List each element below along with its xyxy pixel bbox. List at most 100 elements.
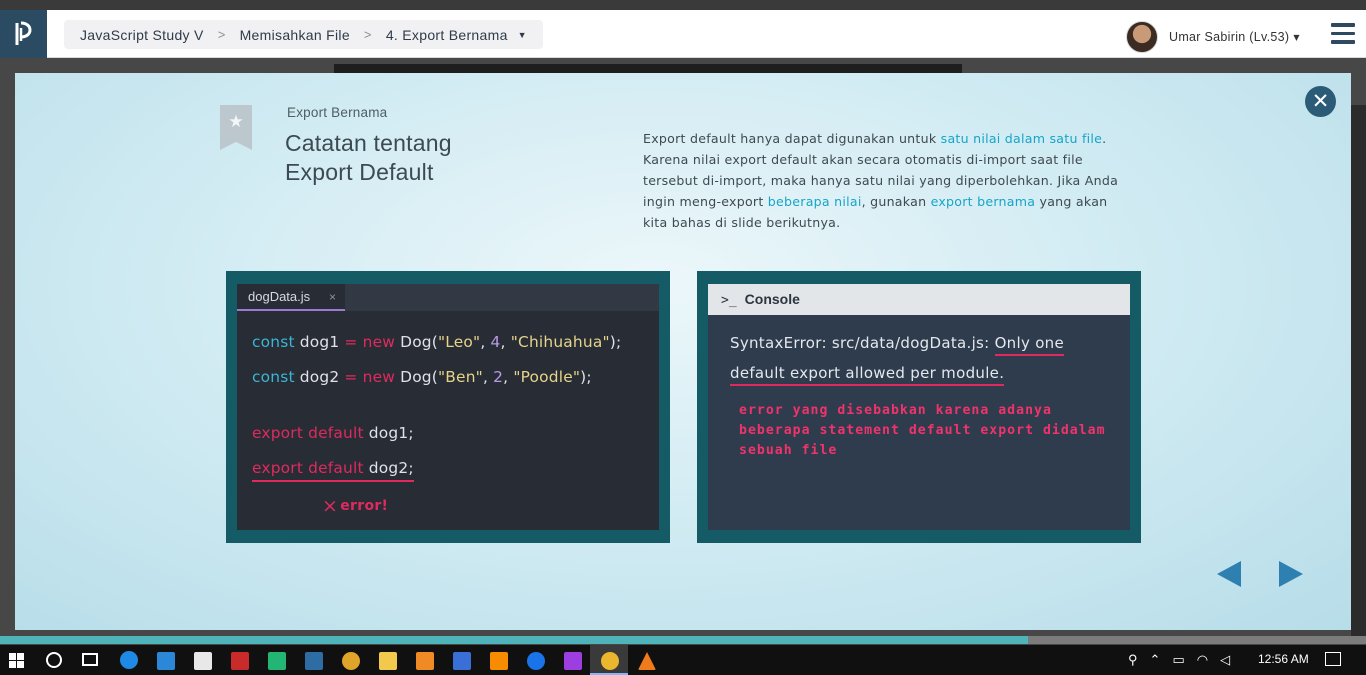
app-header: JavaScript Study V > Memisahkan File > 4… (0, 10, 1366, 58)
code-identifier: Dog( (395, 333, 438, 351)
explorer-icon[interactable] (379, 652, 397, 670)
background-scrollbar (1351, 105, 1366, 640)
chrome-icon[interactable] (342, 652, 360, 670)
code-line-4: export default dog2; (252, 459, 414, 482)
xampp-icon[interactable] (416, 652, 434, 670)
editor-tab[interactable]: dogData.js × (237, 284, 345, 311)
maps-icon[interactable] (527, 652, 545, 670)
close-icon[interactable]: ✕ (1305, 86, 1336, 117)
bookmark-star-icon[interactable]: ★ (220, 105, 252, 150)
description-text: , gunakan (861, 194, 931, 209)
code-line-3: export default dog1; (252, 424, 414, 442)
notification-icon[interactable] (1325, 652, 1341, 666)
error-label: error! (340, 498, 389, 514)
user-menu[interactable]: Umar Sabirin (Lv.53) ▼ (1126, 21, 1300, 53)
sourcetree-icon[interactable] (453, 652, 471, 670)
battery-icon[interactable]: ▭ (1172, 652, 1184, 668)
code-editor: dogData.js × const dog1 = new Dog("Leo",… (237, 284, 659, 530)
taskbar-clock[interactable]: 12:56 AM (1258, 652, 1309, 666)
code-keyword: export default (252, 424, 364, 442)
chevron-up-icon[interactable]: ⌃ (1150, 652, 1161, 668)
breadcrumb-chapter[interactable]: Memisahkan File (240, 27, 350, 43)
code-keyword: new (357, 368, 396, 386)
start-icon[interactable] (9, 653, 25, 669)
code-panel: dogData.js × const dog1 = new Dog("Leo",… (226, 271, 670, 543)
description-text: Export default hanya dapat digunakan unt… (643, 131, 941, 146)
code-string: "Ben" (437, 368, 483, 386)
console-body: >_ Console SyntaxError: src/data/dogData.… (708, 284, 1130, 530)
console-annotation: error yang disebabkan karena adanya bebe… (739, 403, 1106, 458)
editor-tabbar: dogData.js × (237, 284, 659, 311)
phpstorm-icon[interactable] (564, 652, 582, 670)
edge-icon[interactable] (120, 651, 138, 669)
error-x-icon: × (322, 495, 339, 517)
mail-icon[interactable] (157, 652, 175, 670)
console-highlight: default export allowed per module. (730, 364, 1005, 386)
breadcrumb-separator: > (363, 27, 372, 42)
avatar[interactable] (1126, 21, 1158, 53)
breadcrumb-separator: > (217, 27, 226, 42)
progress-bar-track (1028, 636, 1366, 644)
code-number: 4 (490, 333, 501, 351)
description-highlight: beberapa nilai (767, 194, 862, 209)
people-icon[interactable]: ⚲ (1128, 652, 1138, 668)
hamburger-menu-icon[interactable] (1331, 23, 1355, 45)
code-operator: = (344, 333, 358, 351)
volume-icon[interactable]: ◁ (1220, 652, 1230, 668)
code-punct: ); (609, 333, 622, 351)
user-name[interactable]: Umar Sabirin (Lv.53) (1169, 30, 1289, 44)
prev-arrow-icon[interactable] (1217, 561, 1241, 587)
slide-description: Export default hanya dapat digunakan unt… (643, 128, 1133, 233)
console-title: Console (744, 291, 800, 307)
wifi-icon[interactable]: ◠ (1197, 652, 1208, 668)
caret-down-icon[interactable]: ▼ (518, 30, 527, 40)
code-identifier: dog2 (294, 368, 345, 386)
search-icon[interactable] (46, 652, 62, 668)
console-highlight: Only one (994, 334, 1065, 356)
caret-down-icon[interactable]: ▼ (1293, 33, 1299, 42)
pycharm-icon[interactable] (268, 652, 286, 670)
task-view-icon[interactable] (82, 653, 98, 666)
editor-tab-label: dogData.js (248, 289, 311, 304)
code-keyword: const (252, 333, 295, 351)
code-identifier: dog2; (363, 459, 414, 477)
error-marker: × error! (322, 495, 388, 517)
filezilla-icon[interactable] (231, 652, 249, 670)
top-strip (0, 0, 1366, 10)
console-panel: >_ Console SyntaxError: src/data/dogData.… (697, 271, 1141, 543)
code-keyword: new (357, 333, 396, 351)
slide-subtitle: Export Bernama (287, 105, 388, 120)
slide-title-line2: Export Default (285, 159, 434, 185)
code-string: "Chihuahua" (510, 333, 610, 351)
console-text: SyntaxError: src/data/dogData.js: (730, 334, 995, 352)
code-punct: , (480, 333, 491, 351)
progress-bar (0, 636, 1028, 644)
code-punct: , (482, 368, 494, 386)
store-icon[interactable] (194, 652, 212, 670)
logo-icon[interactable] (0, 10, 47, 58)
next-arrow-icon[interactable] (1279, 561, 1303, 587)
chrome-active-icon[interactable] (601, 652, 619, 670)
sublime-icon[interactable] (490, 652, 508, 670)
code-line-2: const dog2 = new Dog("Ben", 2, "Poodle")… (252, 368, 592, 386)
breadcrumb-lesson[interactable]: 4. Export Bernama (386, 27, 508, 43)
code-keyword: export default (252, 459, 364, 477)
code-string: "Leo" (437, 333, 481, 351)
tab-close-icon[interactable]: × (329, 284, 336, 310)
code-keyword: const (252, 368, 295, 386)
console-header: >_ Console (708, 284, 1130, 315)
system-tray: ⚲ ⌃ ▭ ◠ ◁ (1128, 645, 1242, 675)
description-highlight: satu nilai dalam satu file (940, 131, 1103, 146)
code-identifier: Dog( (395, 368, 438, 386)
breadcrumb-course[interactable]: JavaScript Study V (80, 27, 204, 43)
code-string: "Poodle" (513, 368, 581, 386)
slide-title: Catatan tentang Export Default (285, 129, 525, 187)
code-punct: ); (580, 368, 592, 386)
breadcrumb: JavaScript Study V > Memisahkan File > 4… (64, 20, 543, 49)
code-line-1: const dog1 = new Dog("Leo", 4, "Chihuahu… (252, 333, 621, 351)
code-number: 2 (493, 368, 504, 386)
code-punct: , (503, 368, 514, 386)
code-identifier: dog1; (363, 424, 414, 442)
code-identifier: dog1 (294, 333, 345, 351)
powershell-icon[interactable] (305, 652, 323, 670)
